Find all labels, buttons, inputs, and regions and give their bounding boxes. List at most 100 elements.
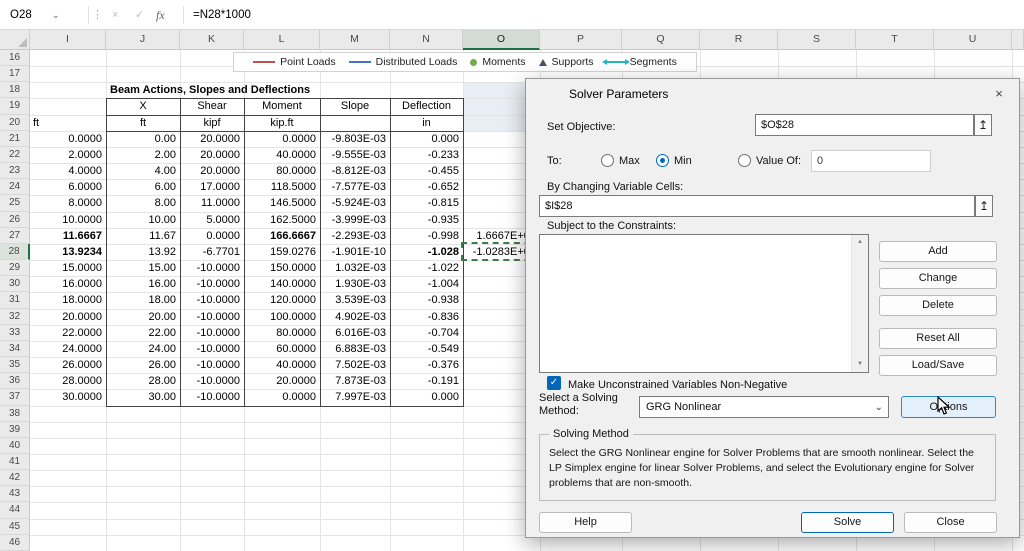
column-header-n[interactable]: N	[390, 30, 463, 50]
cell-i37[interactable]: 30.0000	[30, 389, 102, 405]
cell-k25[interactable]: 11.0000	[180, 195, 240, 211]
cell-i29[interactable]: 15.0000	[30, 260, 102, 276]
cell-n21[interactable]: 0.000	[390, 131, 459, 147]
row-header-40[interactable]: 40	[0, 438, 30, 454]
scroll-up-icon[interactable]: ▲	[852, 235, 868, 250]
cell-k23[interactable]: 20.0000	[180, 163, 240, 179]
cell-l22[interactable]: 40.0000	[244, 147, 316, 163]
cell-i32[interactable]: 20.0000	[30, 309, 102, 325]
cell-m21[interactable]: -9.803E-03	[320, 131, 386, 147]
row-header-42[interactable]: 42	[0, 470, 30, 486]
cell-n26[interactable]: -0.935	[390, 212, 459, 228]
solving-method-dropdown[interactable]: GRG Nonlinear ⌄	[639, 396, 889, 418]
delete-button[interactable]: Delete	[879, 295, 997, 316]
cell-i21[interactable]: 0.0000	[30, 131, 102, 147]
cell-m30[interactable]: 1.930E-03	[320, 276, 386, 292]
cell-j28[interactable]: 13.92	[106, 244, 176, 260]
cell-m26[interactable]: -3.999E-03	[320, 212, 386, 228]
column-header-i[interactable]: I	[30, 30, 106, 50]
cell-l33[interactable]: 80.0000	[244, 325, 316, 341]
cell-k37[interactable]: -10.0000	[180, 389, 240, 405]
cell-j27[interactable]: 11.67	[106, 228, 176, 244]
cell-m33[interactable]: 6.016E-03	[320, 325, 386, 341]
cell-k33[interactable]: -10.0000	[180, 325, 240, 341]
beam-col-header[interactable]: Deflection	[390, 98, 463, 114]
row-header-27[interactable]: 27	[0, 228, 30, 244]
row-header-45[interactable]: 45	[0, 519, 30, 535]
row-header-23[interactable]: 23	[0, 163, 30, 179]
cell-l27[interactable]: 166.6667	[244, 228, 316, 244]
cell-l23[interactable]: 80.0000	[244, 163, 316, 179]
row-header-25[interactable]: 25	[0, 195, 30, 211]
row-header-32[interactable]: 32	[0, 309, 30, 325]
cell-n23[interactable]: -0.455	[390, 163, 459, 179]
cell-i36[interactable]: 28.0000	[30, 373, 102, 389]
cell-n27[interactable]: -0.998	[390, 228, 459, 244]
insert-function-icon[interactable]: fx	[156, 0, 165, 30]
scrollbar[interactable]: ▲ ▼	[851, 235, 868, 372]
cell-n22[interactable]: -0.233	[390, 147, 459, 163]
help-button[interactable]: Help	[539, 512, 632, 533]
row-header-36[interactable]: 36	[0, 373, 30, 389]
row-header-19[interactable]: 19	[0, 98, 30, 114]
beam-unit[interactable]: kip.ft	[244, 115, 320, 131]
cell-l32[interactable]: 100.0000	[244, 309, 316, 325]
cell-i34[interactable]: 24.0000	[30, 341, 102, 357]
column-header-j[interactable]: J	[106, 30, 180, 50]
cell-m28[interactable]: -1.901E-10	[320, 244, 386, 260]
cell-m24[interactable]: -7.577E-03	[320, 179, 386, 195]
cell-l26[interactable]: 162.5000	[244, 212, 316, 228]
range-picker-icon[interactable]: ↥	[975, 195, 993, 217]
cell-k34[interactable]: -10.0000	[180, 341, 240, 357]
cell-k24[interactable]: 17.0000	[180, 179, 240, 195]
cell-m37[interactable]: 7.997E-03	[320, 389, 386, 405]
cell-n35[interactable]: -0.376	[390, 357, 459, 373]
row-header-20[interactable]: 20	[0, 115, 30, 131]
add-button[interactable]: Add	[879, 241, 997, 262]
row-header-21[interactable]: 21	[0, 131, 30, 147]
cell-n32[interactable]: -0.836	[390, 309, 459, 325]
cell-m31[interactable]: 3.539E-03	[320, 292, 386, 308]
cell-m22[interactable]: -9.555E-03	[320, 147, 386, 163]
cell-k26[interactable]: 5.0000	[180, 212, 240, 228]
close-icon[interactable]: ×	[988, 85, 1010, 103]
range-picker-icon[interactable]: ↥	[974, 114, 992, 136]
cell-i24[interactable]: 6.0000	[30, 179, 102, 195]
cell-n24[interactable]: -0.652	[390, 179, 459, 195]
cell-j30[interactable]: 16.00	[106, 276, 176, 292]
select-all-corner[interactable]	[0, 30, 30, 50]
row-header-35[interactable]: 35	[0, 357, 30, 373]
column-header-q[interactable]: Q	[622, 30, 700, 50]
solve-button[interactable]: Solve	[801, 512, 894, 533]
cell-k30[interactable]: -10.0000	[180, 276, 240, 292]
cell-k21[interactable]: 20.0000	[180, 131, 240, 147]
column-header-p[interactable]: P	[540, 30, 622, 50]
cancel-icon[interactable]: ×	[112, 0, 118, 30]
beam-col-header[interactable]: Slope	[320, 98, 390, 114]
row-header-16[interactable]: 16	[0, 50, 30, 66]
row-header-46[interactable]: 46	[0, 535, 30, 551]
cell-j36[interactable]: 28.00	[106, 373, 176, 389]
cell-n34[interactable]: -0.549	[390, 341, 459, 357]
row-header-39[interactable]: 39	[0, 422, 30, 438]
row-header-30[interactable]: 30	[0, 276, 30, 292]
cell-l34[interactable]: 60.0000	[244, 341, 316, 357]
cell-l30[interactable]: 140.0000	[244, 276, 316, 292]
cell-i23[interactable]: 4.0000	[30, 163, 102, 179]
cell-k22[interactable]: 20.0000	[180, 147, 240, 163]
cell-m34[interactable]: 6.883E-03	[320, 341, 386, 357]
cell-m23[interactable]: -8.812E-03	[320, 163, 386, 179]
row-header-43[interactable]: 43	[0, 486, 30, 502]
cell-k36[interactable]: -10.0000	[180, 373, 240, 389]
cell-i28[interactable]: 13.9234	[30, 244, 102, 260]
cell-k31[interactable]: -10.0000	[180, 292, 240, 308]
non-negative-checkbox[interactable]: ✓	[547, 376, 561, 390]
cell-j22[interactable]: 2.00	[106, 147, 176, 163]
column-header-k[interactable]: K	[180, 30, 244, 50]
beam-unit[interactable]: in	[390, 115, 463, 131]
beam-col-header[interactable]: Shear	[180, 98, 244, 114]
cell-k35[interactable]: -10.0000	[180, 357, 240, 373]
column-header-t[interactable]: T	[856, 30, 934, 50]
cell-j25[interactable]: 8.00	[106, 195, 176, 211]
cell-k32[interactable]: -10.0000	[180, 309, 240, 325]
